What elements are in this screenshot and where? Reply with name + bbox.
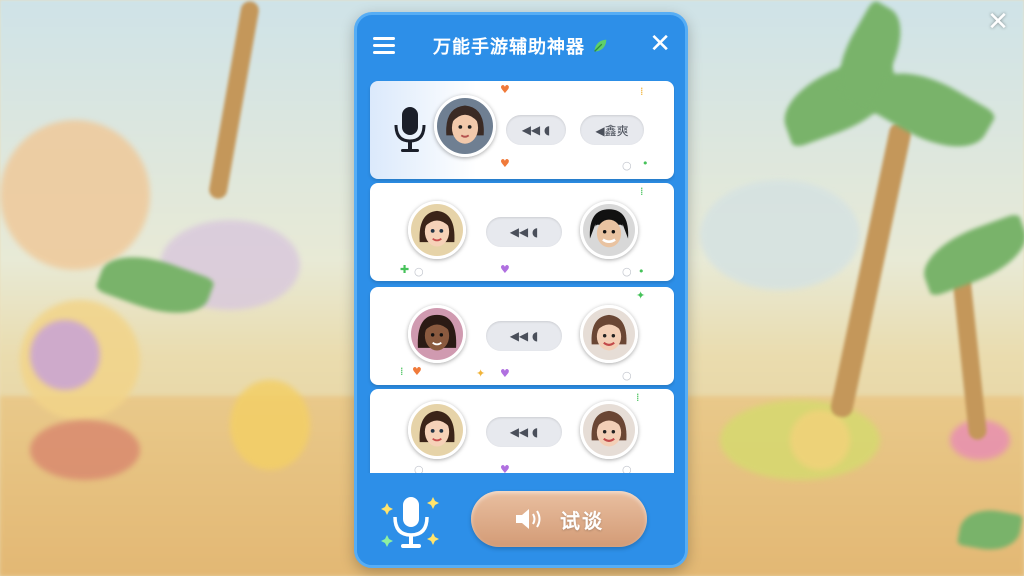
voice-preview-label: ◀◀ ◖ xyxy=(521,123,551,137)
avatar[interactable] xyxy=(580,401,638,459)
voice-name-label: ◀鑫爽 xyxy=(595,123,629,138)
app-title: 万能手游辅助神器 xyxy=(433,37,585,58)
voice-list: ◀◀ ◖ ◀鑫爽 ♥ ♥ ⁞ • ○ ◀◀ ◖ ✚ ♥ ○ ⁞ • ○ ◀◀ ◖… xyxy=(367,77,675,477)
sparkle-icon: ✚ xyxy=(400,263,410,276)
sparkle-icon: ✦ xyxy=(476,367,486,380)
voice-changer-panel: 万能手游辅助神器 ✕ ◀◀ ◖ ◀鑫爽 ♥ ♥ ⁞ • ○ ◀◀ ◖ ✚ ♥ ○… xyxy=(354,12,688,568)
screen-close-icon[interactable]: ✕ xyxy=(984,8,1012,36)
voice-preview-button[interactable]: ◀◀ ◖ xyxy=(486,417,562,447)
try-voice-button[interactable]: 试谈 xyxy=(471,491,647,547)
close-icon[interactable]: ✕ xyxy=(649,30,671,58)
sparkle-icon: ⁞ xyxy=(640,185,644,198)
voice-preview-button[interactable]: ◀◀ ◖ xyxy=(486,217,562,247)
bubble-icon: ○ xyxy=(622,265,632,278)
bubble-icon: ○ xyxy=(622,159,632,172)
voice-row-2[interactable]: ◀◀ ◖ ✚ ♥ ○ ⁞ • ○ xyxy=(370,183,674,281)
speaker-icon xyxy=(516,509,541,529)
voice-row-4[interactable]: ◀◀ ◖ ○ ♥ ⁞ ○ xyxy=(370,389,674,477)
voice-preview-button[interactable]: ◀◀ ◖ xyxy=(486,321,562,351)
voice-preview-label: ◀◀ ◖ xyxy=(509,225,539,239)
avatar[interactable] xyxy=(408,305,466,363)
leaf-icon xyxy=(594,39,607,52)
bubble-icon: ○ xyxy=(622,369,632,382)
voice-preview-label: ◀◀ ◖ xyxy=(509,329,539,343)
avatar[interactable] xyxy=(580,201,638,259)
voice-row-3[interactable]: ◀◀ ◖ ⁞ ♥ ♥ ✦ ✦ ○ xyxy=(370,287,674,385)
heart-icon: ♥ xyxy=(500,157,510,170)
heart-icon: ♥ xyxy=(500,83,510,96)
microphone-icon xyxy=(394,107,426,152)
heart-icon: ♥ xyxy=(500,367,510,380)
menu-icon[interactable] xyxy=(373,37,395,55)
sparkle-icon: ⁞ xyxy=(636,391,640,404)
sparkle-icon: • xyxy=(642,157,649,170)
voice-row-1[interactable]: ◀◀ ◖ ◀鑫爽 ♥ ♥ ⁞ • ○ xyxy=(370,81,674,179)
sparkle-icon: ⁞ xyxy=(640,85,644,98)
avatar[interactable] xyxy=(408,201,466,259)
avatar[interactable] xyxy=(434,95,496,157)
bubble-icon: ○ xyxy=(414,265,424,278)
voice-preview-button[interactable]: ◀◀ ◖ xyxy=(506,115,566,145)
microphone-icon[interactable] xyxy=(379,491,443,555)
heart-icon: ♥ xyxy=(412,365,422,378)
voice-name-button[interactable]: ◀鑫爽 xyxy=(580,115,644,145)
sparkle-icon: ⁞ xyxy=(400,365,404,378)
heart-icon: ♥ xyxy=(500,263,510,276)
avatar[interactable] xyxy=(580,305,638,363)
sparkle-icon: • xyxy=(638,265,645,278)
panel-header: 万能手游辅助神器 ✕ xyxy=(357,15,685,77)
bottom-bar: 试谈 xyxy=(357,473,685,565)
avatar[interactable] xyxy=(408,401,466,459)
try-voice-label: 试谈 xyxy=(560,508,604,533)
voice-preview-label: ◀◀ ◖ xyxy=(509,425,539,439)
sparkle-icon: ✦ xyxy=(636,289,646,302)
